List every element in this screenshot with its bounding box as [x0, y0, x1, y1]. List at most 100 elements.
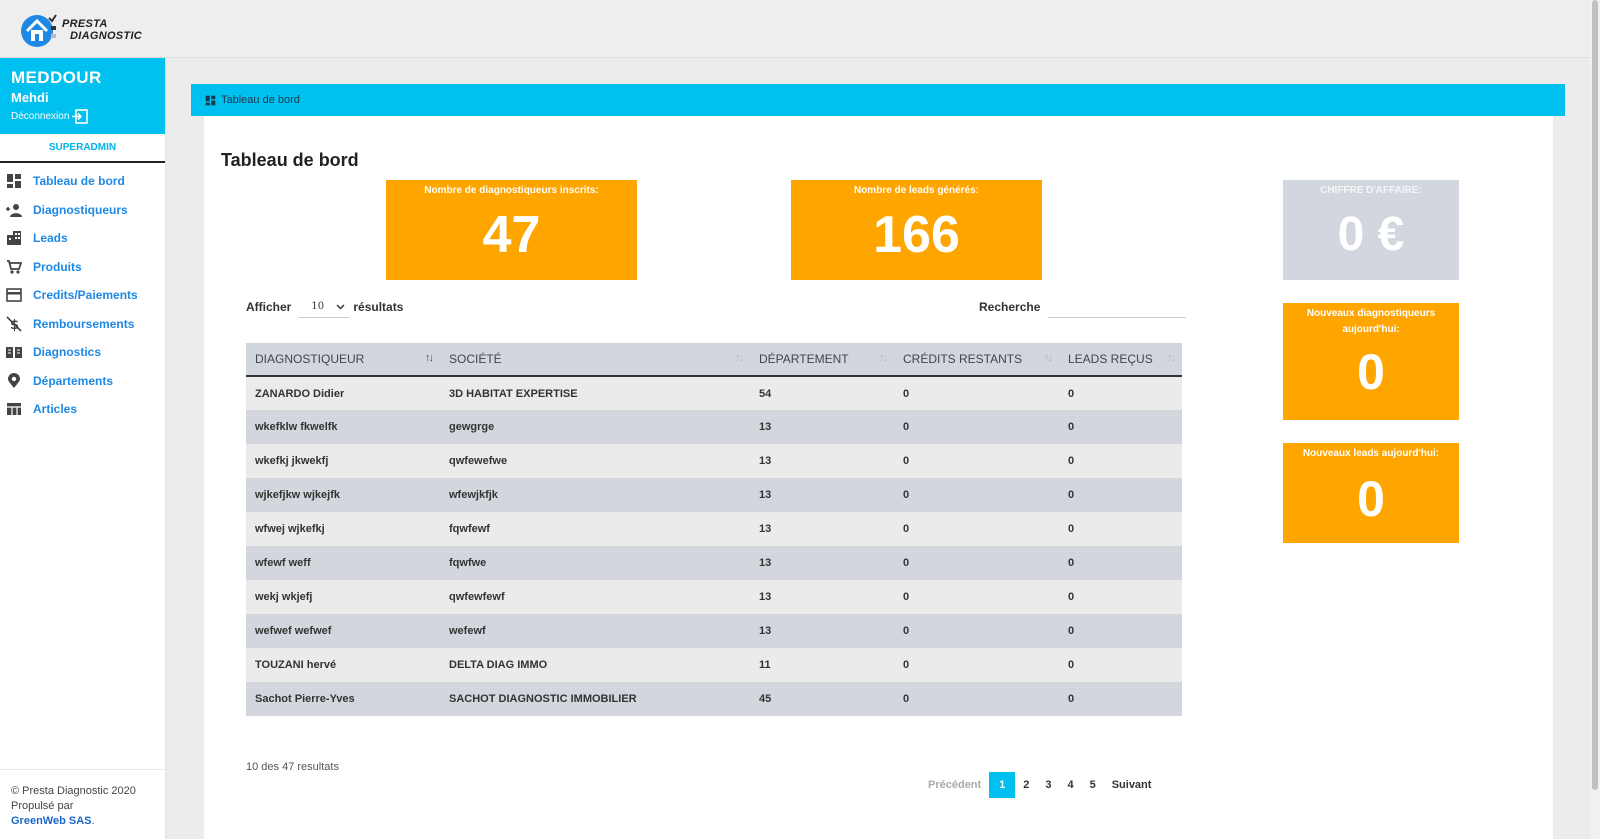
cell-societe: fqwfwe	[440, 546, 750, 580]
cell-credits: 0	[894, 444, 1059, 478]
table-row[interactable]: wfewf weff fqwfwe 13 0 0	[246, 546, 1182, 580]
copyright-text: © Presta Diagnostic 2020	[11, 785, 136, 797]
sort-icon: ↑↓	[425, 352, 434, 364]
no-money-icon: $	[5, 315, 23, 333]
cell-leads: 0	[1059, 614, 1182, 648]
sort-icon: ↑↓	[879, 352, 888, 364]
show-label: Afficher	[246, 300, 292, 314]
brand-name: PRESTA DIAGNOSTIC	[62, 18, 142, 42]
stat-label: Nouveaux diagnostiqueurs aujourd'hui:	[1306, 308, 1436, 335]
pagination-previous[interactable]: Précédent	[920, 772, 989, 798]
pagination-page-3[interactable]: 3	[1037, 772, 1059, 798]
table-row[interactable]: Sachot Pierre-Yves SACHOT DIAGNOSTIC IMMO…	[246, 682, 1182, 716]
table-row[interactable]: wefwef wefwef wefewf 13 0 0	[246, 614, 1182, 648]
table-info: 10 des 47 resultats	[246, 761, 339, 773]
column-header-departement[interactable]: DÉPARTEMENT ↑↓	[750, 343, 894, 377]
pagination-page-1[interactable]: 1	[989, 772, 1016, 798]
pagination-page-4[interactable]: 4	[1059, 772, 1081, 798]
sidebar-item-leads[interactable]: Leads	[0, 224, 165, 253]
sidebar-item-label: Credits/Paiements	[33, 288, 138, 303]
sidebar: MEDDOUR Mehdi Déconnexion SUPERADMIN Tab…	[0, 58, 166, 839]
cell-departement: 11	[750, 648, 894, 682]
cell-leads: 0	[1059, 580, 1182, 614]
sidebar-item-departments[interactable]: Départements	[0, 367, 165, 396]
sidebar-item-label: Départements	[33, 373, 114, 388]
cell-credits: 0	[894, 546, 1059, 580]
sidebar-item-refunds[interactable]: $ Remboursements	[0, 310, 165, 339]
sidebar-item-products[interactable]: Produits	[0, 253, 165, 282]
company-link[interactable]: GreenWeb SAS	[11, 815, 92, 827]
page-title: Tableau de bord	[221, 150, 359, 170]
sidebar-footer: © Presta Diagnostic 2020 Propulsé par Gr…	[0, 769, 166, 839]
stat-value: 0 €	[1337, 208, 1405, 261]
cell-departement: 13	[750, 410, 894, 444]
pagination-page-5[interactable]: 5	[1082, 772, 1104, 798]
sidebar-item-label: Diagnostiqueurs	[33, 202, 128, 217]
pagination-page-2[interactable]: 2	[1015, 772, 1037, 798]
cell-departement: 13	[750, 444, 894, 478]
cell-diagnosticien: wjkefjkw wjkejfk	[246, 478, 440, 512]
sidebar-item-label: Tableau de bord	[33, 174, 125, 189]
cell-departement: 13	[750, 478, 894, 512]
column-header-label: LEADS REÇUS	[1068, 352, 1153, 366]
cell-credits: 0	[894, 648, 1059, 682]
sidebar-item-credits[interactable]: Credits/Paiements	[0, 281, 165, 310]
table-row[interactable]: wjkefjkw wjkejfk wfewjkfjk 13 0 0	[246, 478, 1182, 512]
stat-diagnosticians: Nombre de diagnostiqueurs inscrits: 47	[386, 180, 637, 280]
stat-label: Nombre de diagnostiqueurs inscrits:	[424, 185, 599, 196]
table-body: ZANARDO Didier 3D HABITAT EXPERTISE 54 0 0 wk…	[246, 376, 1182, 716]
stat-value: 47	[482, 206, 541, 264]
column-header-label: SOCIÉTÉ	[449, 352, 502, 366]
cell-departement: 13	[750, 512, 894, 546]
sidebar-item-diagnostics[interactable]: Diagnostics	[0, 338, 165, 367]
sidebar-item-articles[interactable]: Articles	[0, 395, 165, 424]
stat-label: Nouveaux leads aujourd'hui:	[1302, 448, 1440, 459]
column-header-label: DIAGNOSTIQUEUR	[255, 352, 365, 366]
table-row[interactable]: wkefkj jkwekfj qwfewefwe 13 0 0	[246, 444, 1182, 478]
page-size-select[interactable]: 10	[299, 296, 350, 318]
sidebar-item-diagnosticians[interactable]: Diagnostiqueurs	[0, 196, 165, 225]
column-header-credits[interactable]: CRÉDITS RESTANTS ↑↓	[894, 343, 1059, 377]
cell-credits: 0	[894, 614, 1059, 648]
cell-leads: 0	[1059, 546, 1182, 580]
sidebar-item-dashboard[interactable]: Tableau de bord	[0, 167, 165, 196]
table-row[interactable]: TOUZANI hervé DELTA DIAG IMMO 11 0 0	[246, 648, 1182, 682]
cell-societe: SACHOT DIAGNOSTIC IMMOBILIER	[440, 682, 750, 716]
cell-diagnosticien: wfewf weff	[246, 546, 440, 580]
map-pin-icon	[5, 372, 23, 390]
cell-diagnosticien: wekj wkjefj	[246, 580, 440, 614]
cell-leads: 0	[1059, 410, 1182, 444]
table-row[interactable]: wkefklw fkwelfk gewgrge 13 0 0	[246, 410, 1182, 444]
top-header: PRESTA DIAGNOSTIC	[0, 0, 1590, 58]
search-input[interactable]	[1048, 296, 1187, 318]
column-header-societe[interactable]: SOCIÉTÉ ↑↓	[440, 343, 750, 377]
column-header-label: DÉPARTEMENT	[759, 352, 849, 366]
table-row[interactable]: ZANARDO Didier 3D HABITAT EXPERTISE 54 0 0	[246, 376, 1182, 410]
sort-icon: ↑↓	[1044, 352, 1053, 364]
pagination: Précédent 1 2 3 4 5 Suivant	[920, 772, 1159, 798]
column-header-leads[interactable]: LEADS REÇUS ↑↓	[1059, 343, 1182, 377]
pagination-next[interactable]: Suivant	[1104, 772, 1160, 798]
scrollbar-thumb[interactable]	[1592, 0, 1598, 790]
building-icon	[5, 229, 23, 247]
users-icon	[5, 201, 23, 219]
sidebar-item-label: Articles	[33, 402, 78, 417]
table-row[interactable]: wekj wkjefj qwfewfewf 13 0 0	[246, 580, 1182, 614]
stat-leads: Nombre de leads générés: 166	[791, 180, 1042, 280]
stat-label: Nombre de leads générés:	[853, 185, 980, 196]
column-header-diagnosticien[interactable]: DIAGNOSTIQUEUR ↑↓	[246, 343, 440, 377]
cell-credits: 0	[894, 478, 1059, 512]
brand-logo[interactable]: PRESTA DIAGNOSTIC	[18, 12, 142, 48]
sidebar-menu: Tableau de bord Diagnostiqueurs Leads Pr…	[0, 163, 165, 424]
logout-link[interactable]: Déconnexion	[11, 109, 154, 124]
cell-societe: qwfewefwe	[440, 444, 750, 478]
vertical-scrollbar[interactable]	[1590, 0, 1600, 839]
sort-icon: ↑↓	[1167, 352, 1176, 364]
cell-societe: 3D HABITAT EXPERTISE	[440, 376, 750, 410]
table-row[interactable]: wfwej wjkefkj fqwfewf 13 0 0	[246, 512, 1182, 546]
search-control: Recherche	[979, 296, 1187, 318]
sidebar-item-label: Leads	[33, 231, 68, 246]
stat-value: 166	[873, 206, 960, 264]
cell-societe: wfewjkfjk	[440, 478, 750, 512]
breadcrumb-label[interactable]: Tableau de bord	[221, 94, 300, 106]
